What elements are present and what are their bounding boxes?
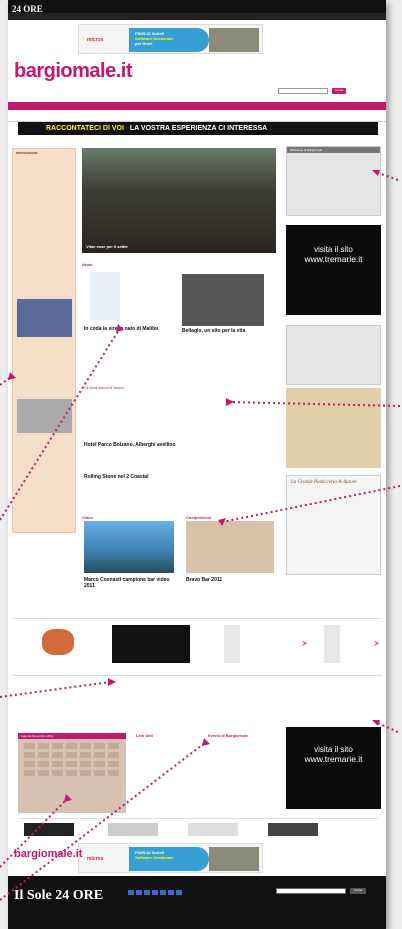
annotation-arrows xyxy=(0,170,401,901)
